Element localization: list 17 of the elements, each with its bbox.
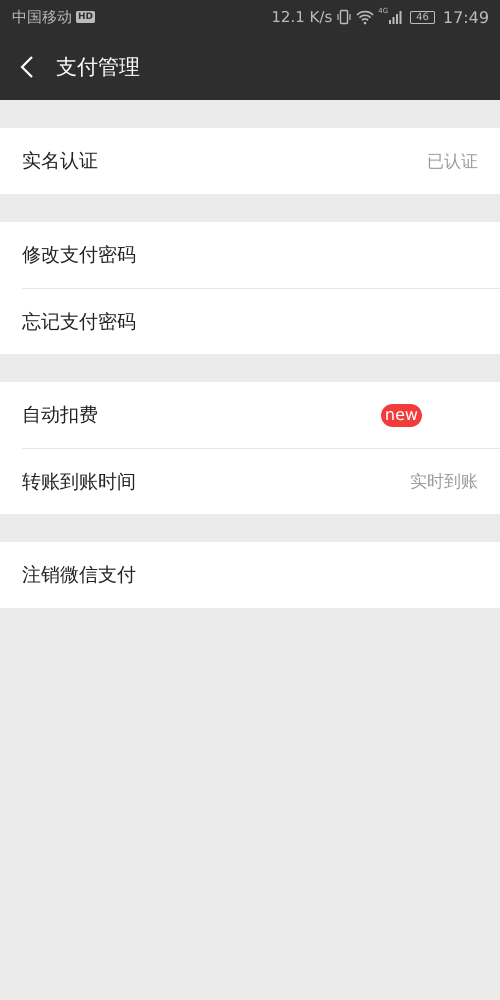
item-value: 实时到账 xyxy=(410,471,478,493)
settings-item[interactable]: 修改支付密码 xyxy=(22,222,500,288)
new-badge: new xyxy=(380,404,422,426)
network-speed: 12.1 K/s xyxy=(271,8,332,26)
vibrate-icon xyxy=(336,9,352,25)
carrier-name: 中国移动 xyxy=(12,8,72,26)
settings-item[interactable]: 自动扣费 new xyxy=(22,382,500,448)
settings-item[interactable]: 转账到账时间 实时到账 xyxy=(22,448,500,514)
back-icon[interactable] xyxy=(20,55,34,79)
hd-badge: HD xyxy=(76,11,96,23)
signal-icon xyxy=(388,10,402,24)
item-value: 已认证 xyxy=(427,150,478,172)
page-title: 支付管理 xyxy=(56,54,140,81)
battery-indicator: 46 xyxy=(410,10,435,24)
wifi-icon xyxy=(356,9,374,25)
clock: 17:49 xyxy=(442,8,489,26)
settings-item[interactable]: 忘记支付密码 xyxy=(22,288,500,354)
